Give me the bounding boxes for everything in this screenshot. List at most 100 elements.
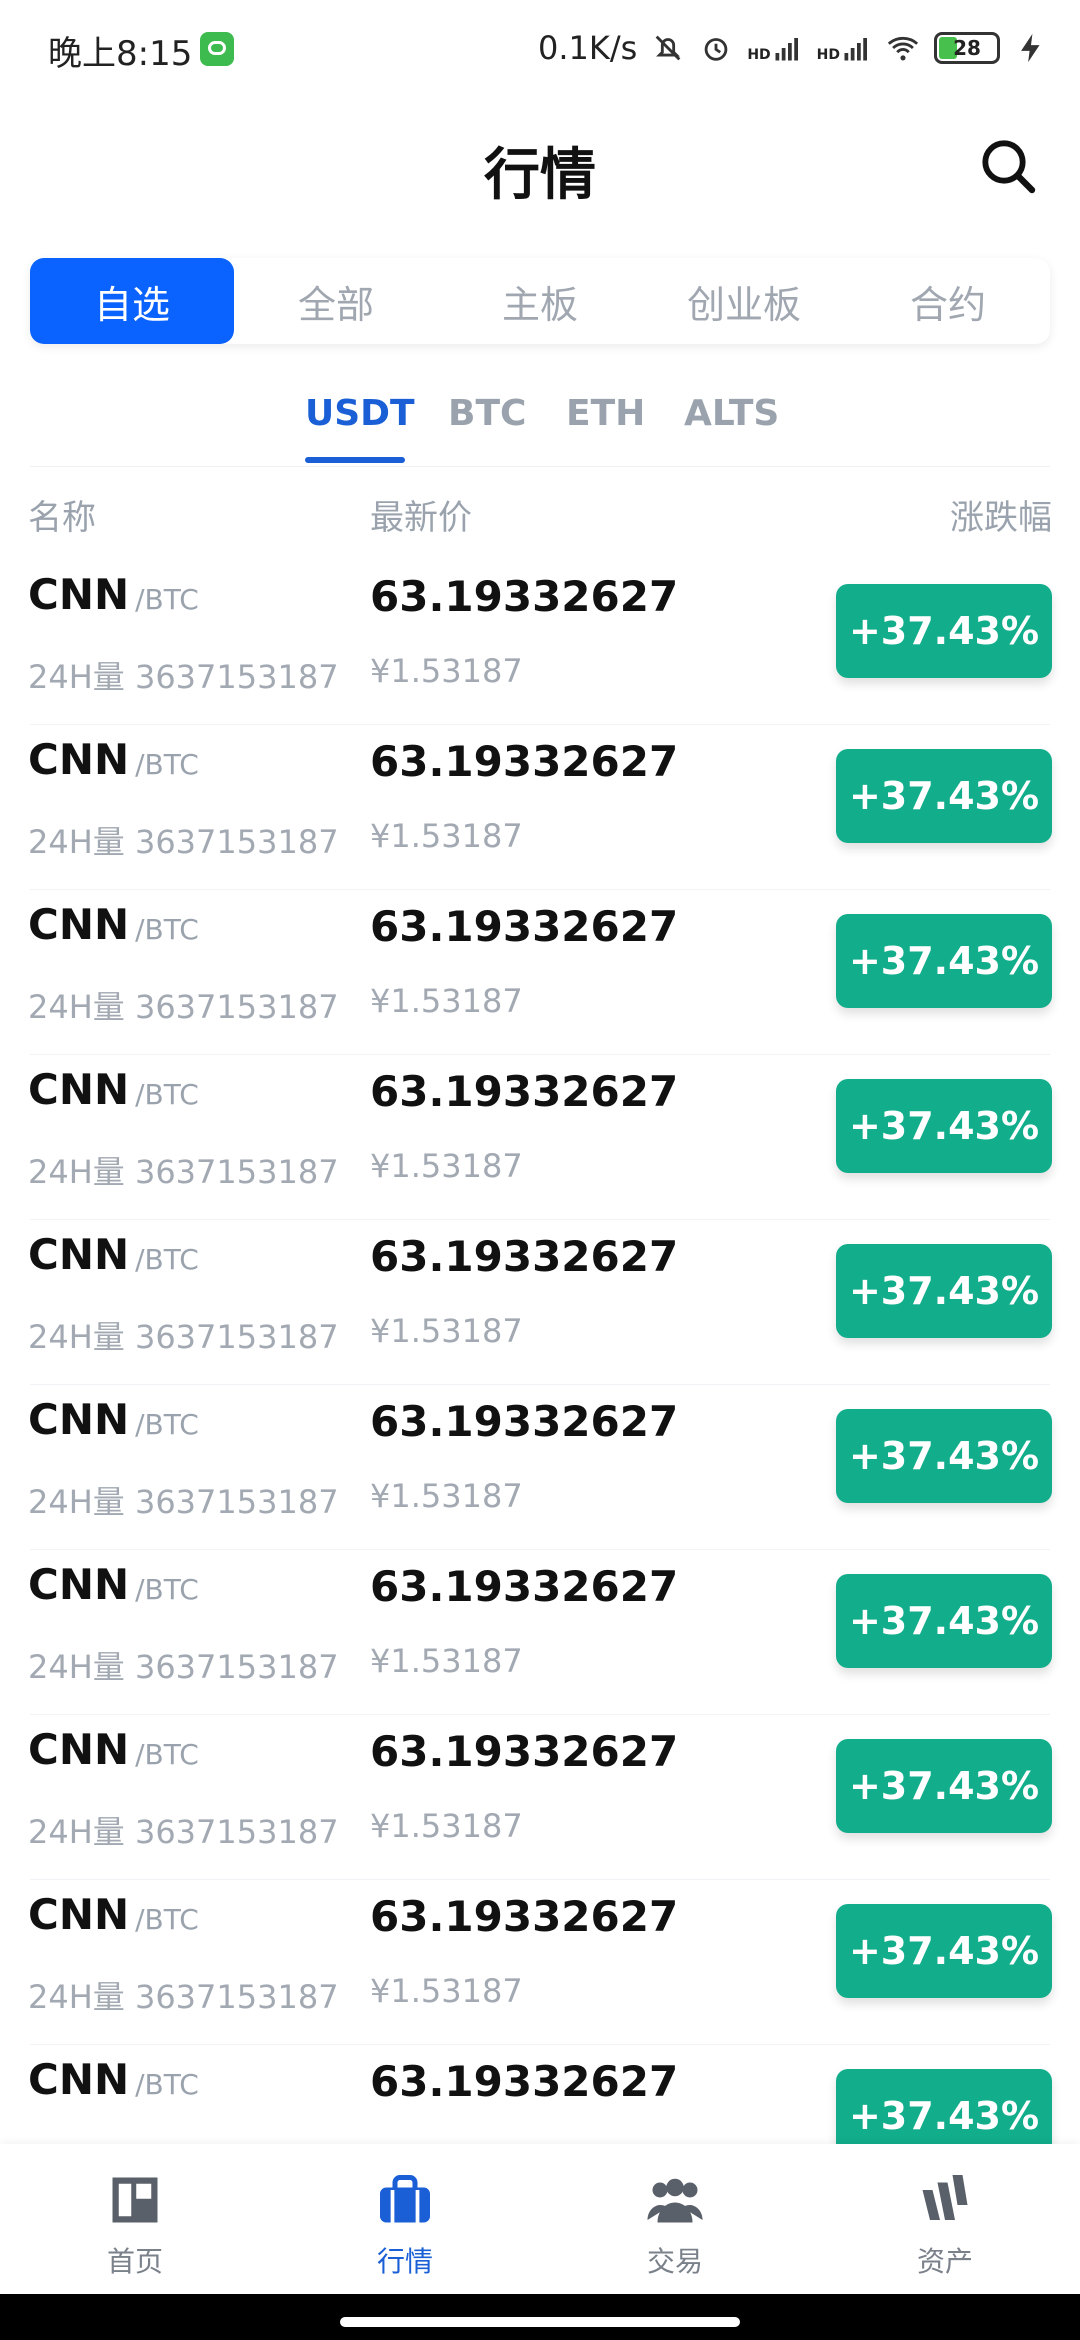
change-badge[interactable]: +37.43% (836, 914, 1052, 1008)
price-cny: ¥1.53187 (370, 1642, 523, 1680)
market-list: CNN/BTC 24H量 3637153187 63.19332627 ¥1.5… (0, 560, 1080, 2144)
change-badge[interactable]: +37.43% (836, 2069, 1052, 2144)
nav-home-label: 首页 (106, 2245, 163, 2278)
last-price: 63.19332627 (370, 1727, 679, 1776)
base-symbol: CNN (28, 1560, 130, 1609)
change-badge[interactable]: +37.43% (836, 1409, 1052, 1503)
last-price: 63.19332627 (370, 737, 679, 786)
base-symbol: CNN (28, 2055, 130, 2104)
mute-bell-icon (655, 35, 681, 61)
quote-symbol: /BTC (135, 1243, 199, 1276)
col-header-change: 涨跌幅 (950, 498, 1052, 538)
quote-symbol: /BTC (135, 583, 199, 616)
status-bar: 晚上8:15 0.1K/s HD HD 28 (0, 0, 1080, 96)
nav-assets[interactable]: 资产 (845, 2170, 1045, 2280)
market-row[interactable]: CNN/BTC 24H量 3637153187 63.19332627 ¥1.5… (0, 1880, 1080, 2045)
wifi-icon (887, 36, 919, 61)
divider (30, 466, 1050, 467)
pair-symbol: CNN/BTC (28, 1890, 199, 1939)
pair-symbol: CNN/BTC (28, 1560, 199, 1609)
nav-home[interactable]: 首页 (35, 2170, 235, 2280)
market-row[interactable]: CNN/BTC 24H量 3637153187 63.19332627 ¥1.5… (0, 1220, 1080, 1385)
change-badge[interactable]: +37.43% (836, 1904, 1052, 1998)
price-cny: ¥1.53187 (370, 982, 523, 1020)
quote-symbol: /BTC (135, 913, 199, 946)
seg-tab-growth-board[interactable]: 创业板 (642, 258, 846, 344)
home-indicator[interactable] (340, 2317, 740, 2327)
market-tabs: USDT BTC ETH ALTS (0, 385, 1080, 465)
nav-trade[interactable]: 交易 (575, 2170, 775, 2280)
market-row[interactable]: CNN/BTC 24H量 3637153187 63.19332627 ¥1.5… (0, 1550, 1080, 1715)
base-symbol: CNN (28, 735, 130, 784)
last-price: 63.19332627 (370, 1892, 679, 1941)
last-price: 63.19332627 (370, 1232, 679, 1281)
last-price: 63.19332627 (370, 1067, 679, 1116)
seg-tab-all[interactable]: 全部 (234, 258, 438, 344)
price-cny: ¥1.53187 (370, 1807, 523, 1845)
market-row[interactable]: CNN/BTC 24H量 3637153187 63.19332627 ¥1.5… (0, 1055, 1080, 1220)
volume-24h: 24H量 3637153187 (28, 1318, 339, 1356)
change-badge[interactable]: +37.43% (836, 749, 1052, 843)
tab-eth[interactable]: ETH (566, 393, 645, 434)
last-price: 63.19332627 (370, 1397, 679, 1446)
market-row[interactable]: CNN/BTC 24H量 3637153187 63.19332627 ¥1.5… (0, 890, 1080, 1055)
volume-24h: 24H量 3637153187 (28, 1483, 339, 1521)
nav-market[interactable]: 行情 (305, 2170, 505, 2280)
pair-symbol: CNN/BTC (28, 1395, 199, 1444)
change-badge[interactable]: +37.43% (836, 1244, 1052, 1338)
quote-symbol: /BTC (135, 1903, 199, 1936)
market-row[interactable]: CNN/BTC 24H量 3637153187 63.19332627 ¥1.5… (0, 560, 1080, 725)
base-symbol: CNN (28, 1725, 130, 1774)
last-price: 63.19332627 (370, 902, 679, 951)
change-badge[interactable]: +37.43% (836, 1079, 1052, 1173)
volume-24h: 24H量 3637153187 (28, 1813, 339, 1851)
market-row[interactable]: CNN/BTC 24H量 3637153187 63.19332627 ¥1.5… (0, 1385, 1080, 1550)
change-badge[interactable]: +37.43% (836, 584, 1052, 678)
battery-level: 28 (953, 36, 981, 60)
tab-btc[interactable]: BTC (448, 393, 526, 434)
volume-24h: 24H量 3637153187 (28, 1153, 339, 1191)
signal-1-icon: HD (747, 33, 802, 63)
change-badge[interactable]: +37.43% (836, 1574, 1052, 1668)
col-header-name: 名称 (28, 498, 96, 538)
pair-symbol: CNN/BTC (28, 1725, 199, 1774)
seg-tab-main-board[interactable]: 主板 (438, 258, 642, 344)
app-notification-icon (200, 32, 234, 66)
seg-tab-favorites[interactable]: 自选 (30, 258, 234, 344)
pair-symbol: CNN/BTC (28, 1065, 199, 1114)
pair-symbol: CNN/BTC (28, 900, 199, 949)
users-icon (647, 2178, 703, 2223)
tab-alts[interactable]: ALTS (684, 393, 779, 434)
base-symbol: CNN (28, 1065, 130, 1114)
quote-symbol: /BTC (135, 748, 199, 781)
nav-trade-label: 交易 (646, 2245, 703, 2278)
quote-symbol: /BTC (135, 1573, 199, 1606)
home-icon (112, 2177, 158, 2223)
signal-1-label: HD (747, 47, 771, 63)
base-symbol: CNN (28, 570, 130, 619)
tab-usdt[interactable]: USDT (305, 393, 415, 434)
pair-symbol: CNN/BTC (28, 2055, 199, 2104)
signal-2-label: HD (816, 47, 840, 63)
volume-24h: 24H量 3637153187 (28, 1648, 339, 1686)
signal-2-icon: HD (817, 33, 872, 63)
quote-symbol: /BTC (135, 1738, 199, 1771)
base-symbol: CNN (28, 1230, 130, 1279)
net-speed: 0.1K/s (537, 29, 638, 67)
alarm-icon (704, 38, 728, 61)
volume-24h: 24H量 3637153187 (28, 658, 339, 696)
price-cny: ¥1.53187 (370, 652, 523, 690)
nav-assets-label: 资产 (916, 2245, 973, 2278)
change-badge[interactable]: +37.43% (836, 1739, 1052, 1833)
market-row[interactable]: CNN/BTC 24H量 3637153187 63.19332627 ¥1.5… (0, 725, 1080, 890)
market-row[interactable]: CNN/BTC 24H量 3637153187 63.19332627 ¥1.5… (0, 1715, 1080, 1880)
search-icon[interactable] (976, 134, 1040, 198)
battery-icon: 28 (934, 32, 1000, 64)
assets-icon (922, 2175, 968, 2220)
category-segment: 自选 全部 主板 创业板 合约 (30, 258, 1050, 344)
seg-tab-contract[interactable]: 合约 (846, 258, 1050, 344)
market-row[interactable]: CNN/BTC 63.19332627 +37.43% (0, 2045, 1080, 2144)
volume-24h: 24H量 3637153187 (28, 988, 339, 1026)
pair-symbol: CNN/BTC (28, 1230, 199, 1279)
header: 行情 (0, 110, 1080, 220)
